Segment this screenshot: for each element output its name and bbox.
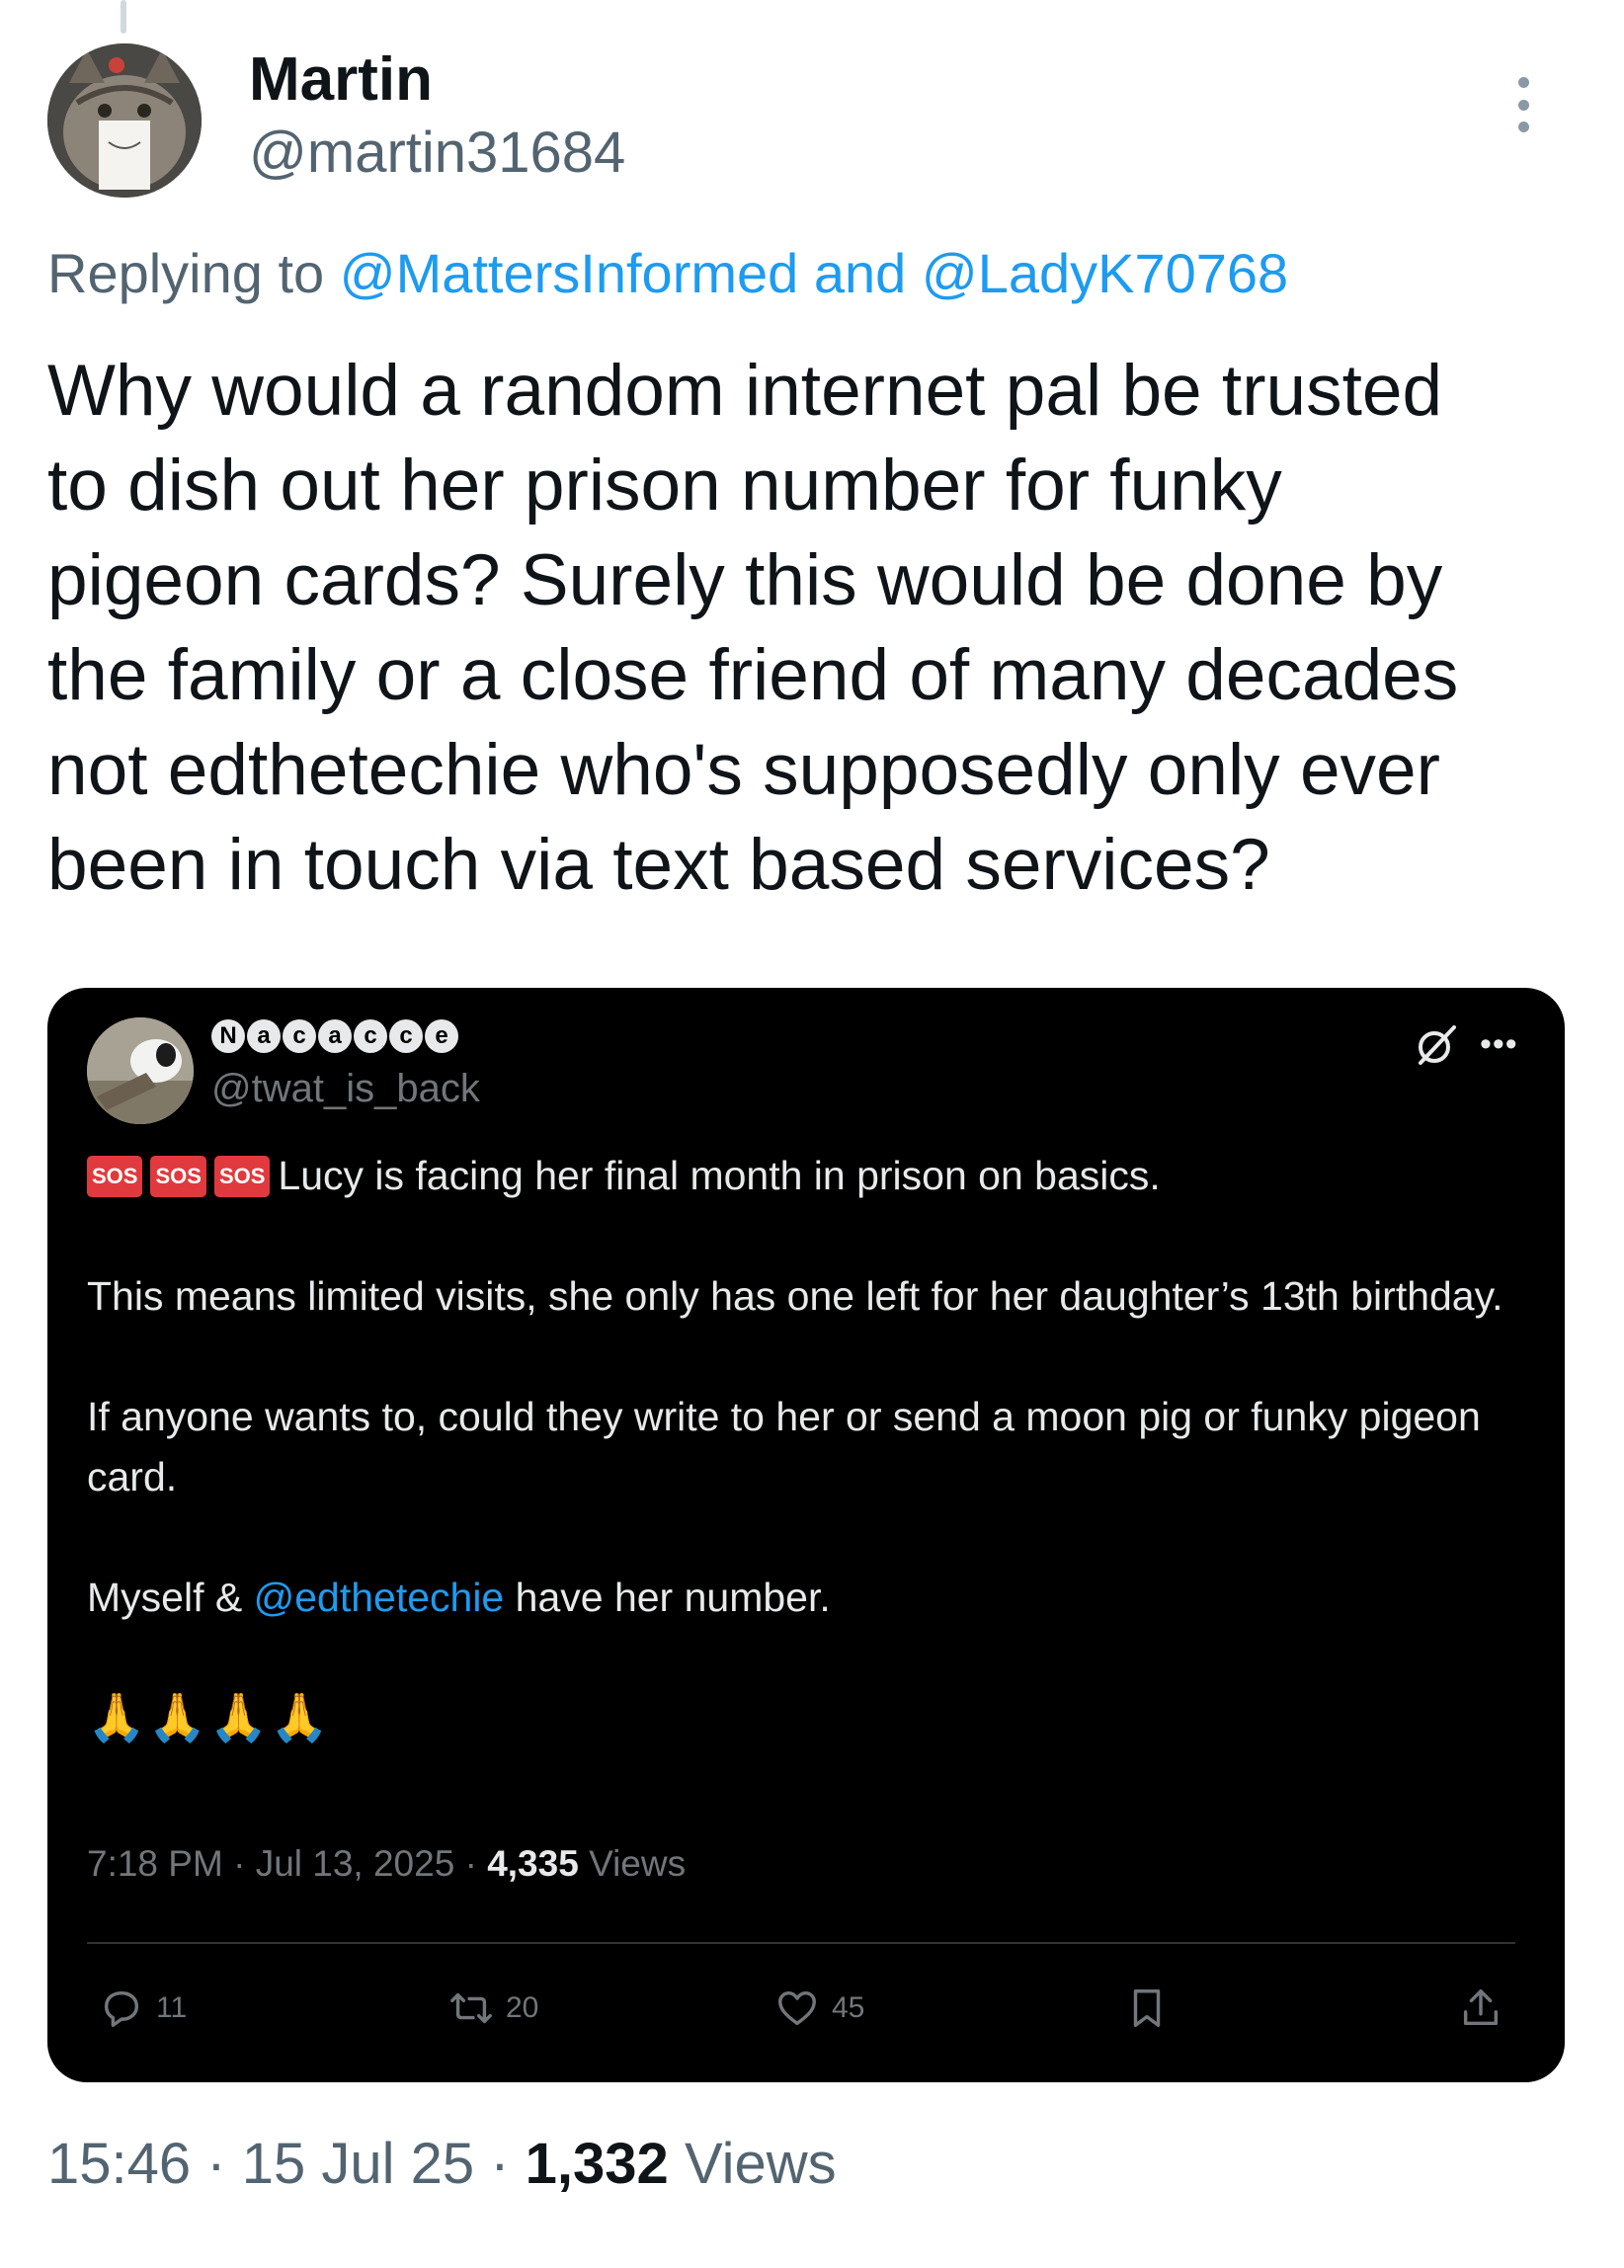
author-name[interactable]: Martin xyxy=(249,49,433,111)
name-letter: N xyxy=(211,1019,245,1053)
quoted-paragraph-2: This means limited visits, she only has … xyxy=(87,1273,1503,1319)
mention-conjunction[interactable]: and xyxy=(814,242,906,304)
author-handle[interactable]: @martin31684 xyxy=(249,124,625,182)
quoted-line-1: Lucy is facing her final month in prison… xyxy=(278,1153,1161,1198)
tweet-views-count: 1,332 xyxy=(525,2132,669,2196)
reply-button[interactable]: 11 xyxy=(99,1985,187,2031)
p4-suffix: have her number. xyxy=(515,1575,831,1620)
quoted-action-bar: 11 20 45 xyxy=(47,1985,1565,2045)
name-letter: a xyxy=(247,1019,281,1053)
name-letter: a xyxy=(318,1019,352,1053)
repost-button[interactable]: 20 xyxy=(448,1985,538,2031)
grok-icon[interactable] xyxy=(1413,1021,1460,1069)
share-button[interactable] xyxy=(1458,1985,1503,2031)
divider xyxy=(87,1942,1515,1944)
tweet-text: Why would a random internet pal be trust… xyxy=(47,351,1459,905)
quoted-tweet-text: SOS SOS SOS Lucy is facing her final month … xyxy=(87,1146,1529,1809)
tweet-meta: 15:46 · 15 Jul 25 · 1,332 Views xyxy=(47,2132,837,2196)
bookmark-button[interactable] xyxy=(1124,1985,1170,2031)
quoted-time: 7:18 PM xyxy=(87,1843,223,1884)
sos-emoji-icon: SOS xyxy=(213,1156,271,1197)
quoted-handle[interactable]: @twat_is_back xyxy=(211,1069,480,1108)
quoted-avatar[interactable] xyxy=(87,1017,194,1124)
more-vertical-icon[interactable] xyxy=(1503,77,1543,132)
like-button[interactable]: 45 xyxy=(774,1985,864,2031)
replying-to: Replying to @MattersInformed and @LadyK7… xyxy=(47,243,1288,304)
quoted-views-label: Views xyxy=(589,1843,687,1884)
share-icon xyxy=(1463,1989,1499,2026)
quoted-display-name[interactable]: N a c a c c e xyxy=(211,1019,458,1053)
tweet-date: 15 Jul 25 xyxy=(241,2132,475,2196)
name-letter: e xyxy=(425,1019,458,1053)
quoted-meta: 7:18 PM · Jul 13, 2025 · 4,335 Views xyxy=(87,1843,687,1884)
more-horizontal-icon[interactable]: ••• xyxy=(1480,1027,1518,1061)
mention-link[interactable]: @MattersInformed xyxy=(340,242,799,304)
mention-link[interactable]: @LadyK70768 xyxy=(922,242,1288,304)
quoted-views-count: 4,335 xyxy=(487,1843,579,1884)
tweet-time: 15:46 xyxy=(47,2132,192,2196)
avatar[interactable] xyxy=(47,43,202,198)
quoted-paragraph-4: Myself & @edthetechie have her number. xyxy=(87,1568,1529,1628)
name-letter: c xyxy=(389,1019,423,1053)
name-letter: c xyxy=(283,1019,316,1053)
sos-emoji-icon: SOS xyxy=(87,1156,143,1197)
repost-count: 20 xyxy=(506,1991,539,2024)
sos-emoji-icon: SOS xyxy=(150,1156,206,1197)
reply-count: 11 xyxy=(156,1991,188,2024)
praying-hands-emoji: 🙏🙏🙏🙏 xyxy=(87,1692,332,1744)
quoted-paragraph: SOS SOS SOS Lucy is facing her final month … xyxy=(87,1146,1529,1206)
thread-connector-line xyxy=(121,0,126,34)
repost-icon xyxy=(450,1992,492,2024)
quoted-paragraph-3: If anyone wants to, could they write to … xyxy=(87,1394,1481,1499)
name-letter: c xyxy=(354,1019,387,1053)
heart-icon xyxy=(778,1990,816,2026)
mention-link[interactable]: @edthetechie xyxy=(254,1575,505,1620)
p4-prefix: Myself & xyxy=(87,1575,243,1620)
like-count: 45 xyxy=(832,1991,865,2024)
replying-to-label: Replying to xyxy=(47,242,325,304)
tweet-views-label: Views xyxy=(684,2132,837,2196)
quoted-date: Jul 13, 2025 xyxy=(255,1843,455,1884)
bookmark-icon xyxy=(1133,1989,1161,2027)
reply-icon xyxy=(104,1990,139,2027)
quoted-tweet-card[interactable]: N a c a c c e @twat_is_back ••• SOS SOS SO… xyxy=(47,988,1565,2082)
